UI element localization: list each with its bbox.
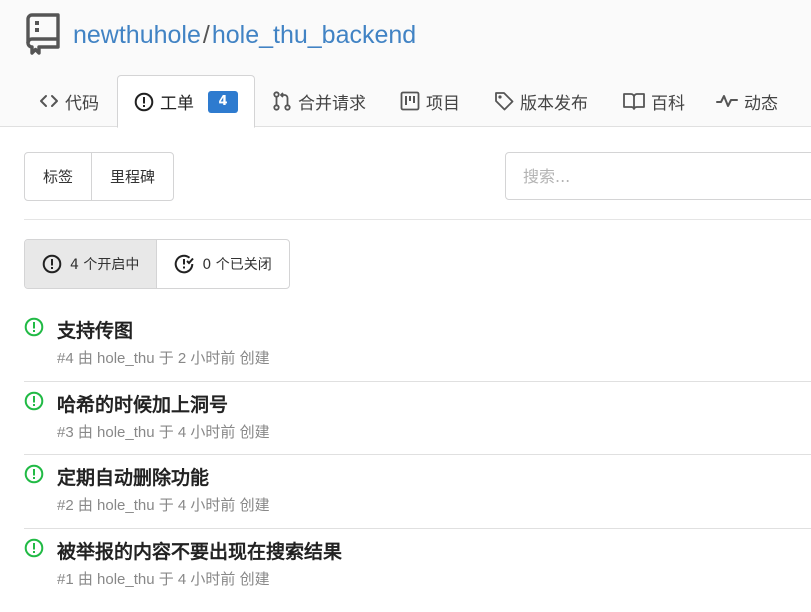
issue-open-status-icon — [24, 391, 44, 410]
issue-open-status-icon — [24, 317, 44, 337]
issue-row: 被举报的内容不要出现在搜索结果 #1 由 hole_thu 于 4 小时前 创建 — [24, 529, 811, 603]
issue-title[interactable]: 被举报的内容不要出现在搜索结果 — [57, 537, 342, 564]
issue-row: 定期自动删除功能 #2 由 hole_thu 于 4 小时前 创建 — [24, 455, 811, 529]
issue-meta: #2 由 hole_thu 于 4 小时前 创建 — [57, 497, 270, 514]
pull-request-icon — [273, 91, 291, 111]
issue-row: 支持传图 #4 由 hole_thu 于 2 小时前 创建 — [24, 308, 811, 382]
issue-title[interactable]: 哈希的时候加上洞号 — [57, 390, 228, 417]
tab-pull-requests-label: 合并请求 — [298, 93, 366, 114]
search-input[interactable] — [505, 152, 811, 200]
closed-issues-label: 0 个已关闭 — [202, 257, 272, 273]
tag-icon — [495, 92, 514, 111]
issue-closed-icon — [175, 254, 195, 274]
issue-open-status-icon — [24, 464, 44, 484]
repo-separator: / — [202, 21, 210, 49]
labels-milestones-group: 标签 里程碑 — [24, 152, 175, 201]
tab-projects[interactable]: 项目 — [400, 75, 460, 127]
tab-releases[interactable]: 版本发布 — [494, 75, 588, 127]
tab-projects-label: 项目 — [426, 93, 460, 114]
tab-code[interactable]: 代码 — [39, 75, 99, 127]
issue-meta: #4 由 hole_thu 于 2 小时前 创建 — [57, 350, 270, 367]
tab-activity[interactable]: 动态 — [716, 75, 778, 127]
issue-open-status-icon — [24, 538, 44, 557]
code-icon — [40, 95, 58, 107]
repo-title: newthuhole/hole_thu_backend — [73, 18, 416, 52]
labels-button[interactable]: 标签 — [25, 153, 91, 200]
tab-activity-label: 动态 — [744, 93, 778, 114]
tab-releases-label: 版本发布 — [520, 93, 588, 114]
issue-meta: #1 由 hole_thu 于 4 小时前 创建 — [57, 570, 270, 588]
issue-list: 支持传图 #4 由 hole_thu 于 2 小时前 创建 哈希的时候加上洞号 … — [24, 308, 811, 602]
divider — [24, 219, 811, 220]
book-icon — [623, 93, 645, 110]
issue-title[interactable]: 支持传图 — [57, 316, 133, 343]
pulse-icon — [716, 95, 738, 107]
issues-count-badge: 4 — [208, 90, 238, 113]
repo-owner-link[interactable]: newthuhole — [73, 21, 201, 49]
issue-opened-icon — [134, 92, 154, 111]
repo-tabs: 代码 工单 4 合并请求 项目 版本发布 百科 动态 — [0, 75, 811, 128]
open-issues-label: 4 个开启中 — [70, 257, 140, 273]
issue-state-filter: 4 个开启中 0 个已关闭 — [24, 239, 290, 289]
tab-wiki-label: 百科 — [651, 93, 685, 114]
tab-wiki[interactable]: 百科 — [623, 75, 685, 127]
issue-opened-icon — [42, 254, 62, 274]
issue-meta: #3 由 hole_thu 于 4 小时前 创建 — [57, 423, 270, 441]
repo-header: newthuhole/hole_thu_backend 代码 工单 4 合并请求… — [0, 0, 811, 128]
milestones-button[interactable]: 里程碑 — [91, 153, 173, 200]
issue-row: 哈希的时候加上洞号 #3 由 hole_thu 于 4 小时前 创建 — [24, 382, 811, 455]
project-icon — [400, 91, 420, 111]
tab-code-label: 代码 — [65, 93, 99, 114]
closed-issues-filter[interactable]: 0 个已关闭 — [156, 240, 288, 288]
tab-pull-requests[interactable]: 合并请求 — [272, 75, 366, 127]
tab-issues-label: 工单 — [160, 94, 194, 114]
tab-issues[interactable]: 工单 4 — [117, 75, 255, 128]
open-issues-filter[interactable]: 4 个开启中 — [25, 240, 157, 288]
issue-title[interactable]: 定期自动删除功能 — [57, 463, 209, 490]
repo-icon — [26, 13, 60, 55]
repo-name-link[interactable]: hole_thu_backend — [212, 21, 416, 49]
